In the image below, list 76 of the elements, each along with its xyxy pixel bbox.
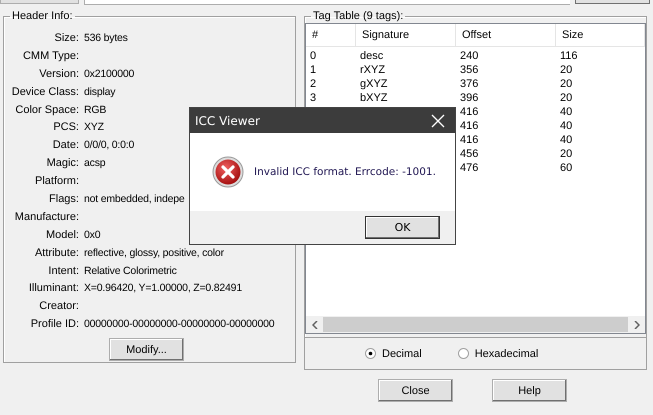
field-label: Profile ID: bbox=[30, 318, 79, 330]
field-value: not embedded, indepe bbox=[84, 192, 185, 205]
table-cell-text: 356 bbox=[459, 63, 480, 77]
table-cell-text: 40 bbox=[559, 119, 574, 133]
table-cell-text: 376 bbox=[459, 77, 480, 91]
column-header[interactable]: # bbox=[306, 24, 356, 46]
field-label: Model: bbox=[44, 228, 79, 241]
field-label: Device Class: bbox=[10, 86, 79, 98]
modify-button[interactable]: Modify... bbox=[109, 338, 184, 362]
field-value: display bbox=[84, 86, 116, 98]
field-value: 0/0/0, 0:0:0 bbox=[84, 139, 134, 152]
group-title: Header Info: bbox=[11, 10, 74, 22]
radio-label: Decimal bbox=[382, 348, 422, 360]
table-cell-text: 116 bbox=[559, 49, 579, 63]
error-message: Invalid ICC format. Errcode: -1001. bbox=[254, 166, 436, 178]
field-label: Magic: bbox=[46, 157, 79, 170]
field-label: Date: bbox=[52, 139, 79, 152]
field-label: Attribute: bbox=[34, 246, 79, 259]
field-value: acsp bbox=[84, 157, 106, 170]
partial-button[interactable] bbox=[575, 0, 650, 4]
table-cell-text: 20 bbox=[559, 63, 574, 77]
field-label: Manufacture: bbox=[14, 210, 79, 223]
field-label: Size: bbox=[54, 32, 79, 44]
help-button[interactable]: Help bbox=[492, 379, 567, 402]
field-value: reflective, glossy, positive, color bbox=[84, 246, 224, 259]
table-cell-text: 2 bbox=[309, 77, 318, 91]
table-cell-text: 20 bbox=[559, 91, 574, 105]
group-title: Tag Table (9 tags): bbox=[312, 10, 404, 22]
field-label: Flags: bbox=[48, 192, 79, 205]
table-cell-text: 456 bbox=[459, 147, 480, 161]
table-cell-text: 40 bbox=[559, 105, 574, 119]
table-cell-text: 476 bbox=[459, 161, 480, 175]
field-label: Illuminant: bbox=[28, 282, 79, 294]
radio-label: Hexadecimal bbox=[474, 348, 538, 360]
field-value: 536 bytes bbox=[84, 32, 128, 44]
error-icon bbox=[212, 156, 244, 188]
column-header[interactable]: Signature bbox=[356, 24, 456, 46]
field-label: PCS: bbox=[52, 121, 79, 134]
table-cell-text: 416 bbox=[459, 133, 480, 147]
table-cell-text: 396 bbox=[459, 91, 480, 105]
table-cell-text: 1 bbox=[309, 63, 318, 77]
field-label: Creator: bbox=[38, 300, 79, 312]
table-cell-text: 60 bbox=[559, 161, 574, 175]
table-cell-text: 0 bbox=[309, 49, 318, 63]
table-cell-text: 3 bbox=[309, 91, 318, 105]
table-cell-text: 20 bbox=[559, 147, 574, 161]
field-value: X=0.96420, Y=1.00000, Z=0.82491 bbox=[84, 282, 242, 294]
table-cell-text: desc bbox=[359, 49, 384, 63]
close-icon[interactable] bbox=[429, 112, 447, 130]
table-cell-text: bXYZ bbox=[359, 91, 389, 105]
field-label: Color Space: bbox=[14, 104, 79, 116]
close-button[interactable]: Close bbox=[378, 379, 453, 402]
dialog-title: ICC Viewer bbox=[195, 114, 260, 128]
table-cell-text: 416 bbox=[459, 105, 480, 119]
radio-button[interactable] bbox=[458, 348, 469, 359]
field-value: 00000000-00000000-00000000-00000000 bbox=[84, 318, 274, 330]
field-value: RGB bbox=[84, 104, 106, 116]
ok-button[interactable]: OK bbox=[365, 216, 440, 239]
radio-button[interactable] bbox=[365, 348, 376, 359]
field-label: CMM Type: bbox=[22, 50, 79, 62]
column-header[interactable]: Size bbox=[556, 24, 645, 46]
scrollbar-thumb[interactable] bbox=[323, 317, 628, 332]
field-label: Version: bbox=[38, 68, 79, 80]
table-cell-text: 20 bbox=[559, 77, 574, 91]
field-value: Relative Colorimetric bbox=[84, 264, 177, 277]
field-value: XYZ bbox=[84, 121, 104, 134]
table-cell-text: 416 bbox=[459, 119, 480, 133]
table-cell-text: rXYZ bbox=[359, 63, 386, 77]
field-value: 0x2100000 bbox=[84, 68, 134, 80]
table-cell-text: gXYZ bbox=[359, 77, 389, 91]
field-label: Intent: bbox=[47, 264, 79, 277]
field-label: Platform: bbox=[34, 175, 79, 188]
column-header[interactable]: Offset bbox=[456, 24, 556, 46]
table-cell-text: 40 bbox=[559, 133, 574, 147]
table-cell-text: 240 bbox=[459, 49, 480, 63]
field-value: 0x0 bbox=[84, 228, 100, 241]
